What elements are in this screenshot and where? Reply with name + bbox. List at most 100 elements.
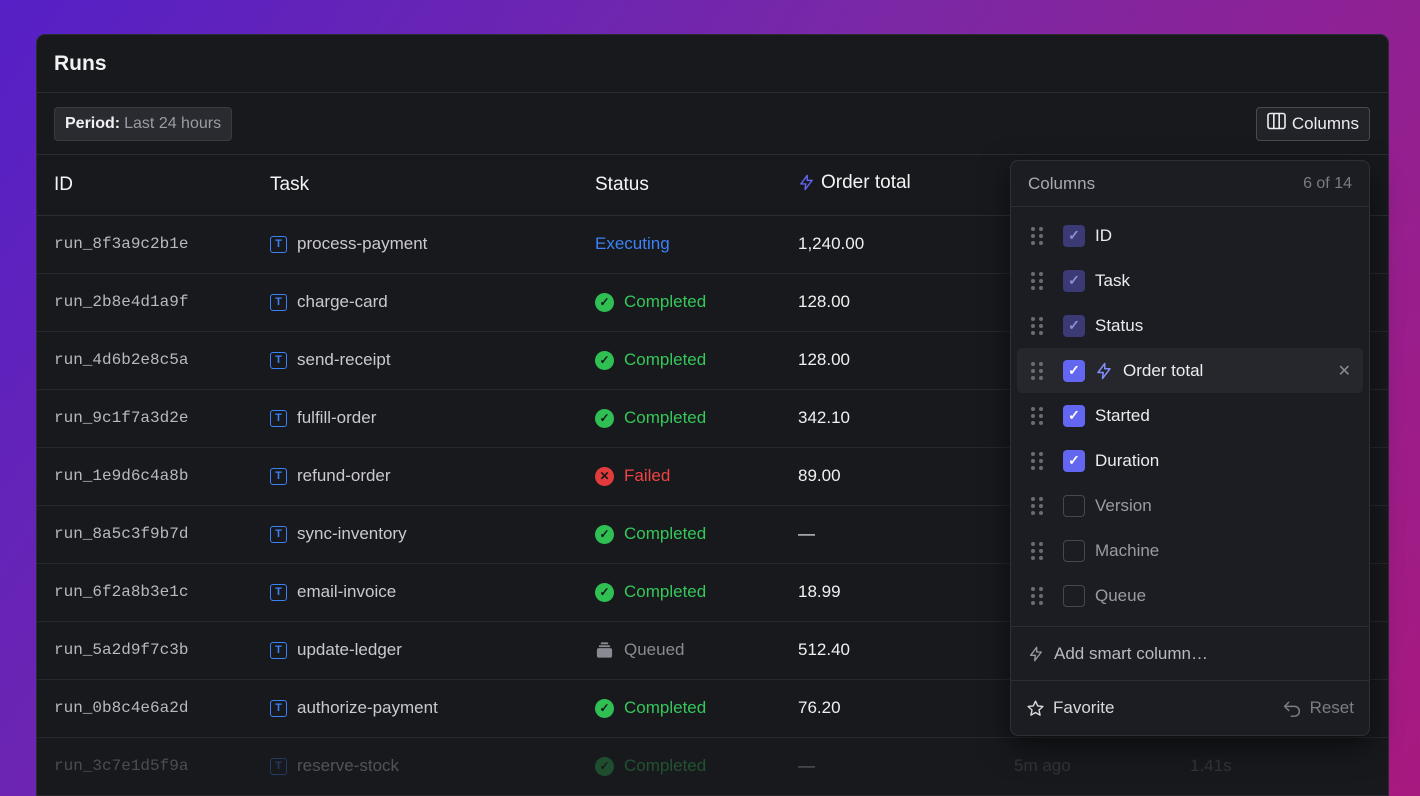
header-id[interactable]: ID [37,155,253,215]
column-checkbox[interactable]: ✓ [1063,449,1085,472]
column-option-id[interactable]: ✓ ID [1017,213,1363,258]
reset-button[interactable]: Reset [1282,698,1354,718]
bolt-icon [1097,362,1111,379]
header-task[interactable]: Task [253,155,578,215]
status-label: Completed [624,292,707,311]
task-cell[interactable]: T charge-card [253,273,578,331]
remove-column-icon[interactable]: ✕ [1338,361,1351,381]
column-option-status[interactable]: ✓ Status [1017,303,1363,348]
status-cell: ✕ Failed [578,447,781,505]
status-label: Completed [624,524,707,543]
run-id[interactable]: run_0b8c4e6a2d [37,679,253,737]
column-option-queue[interactable]: Queue [1017,573,1363,618]
page-title: Runs [54,51,107,75]
run-id[interactable]: run_3c7e1d5f9a [37,737,253,795]
status-label: Queued [624,640,685,659]
task-cell[interactable]: T authorize-payment [253,679,578,737]
columns-icon [1267,112,1286,135]
run-id[interactable]: run_6f2a8b3e1c [37,563,253,621]
star-icon [1027,700,1044,716]
drag-handle-icon[interactable] [1031,451,1043,470]
order-total: 512.40 [798,640,850,659]
bolt-icon [1030,646,1042,661]
order-total: — [798,756,815,775]
run-id[interactable]: run_1e9d6c4a8b [37,447,253,505]
column-option-order-total[interactable]: ✓ Order total ✕ [1017,348,1363,393]
status-label: Failed [624,466,671,485]
drag-handle-icon[interactable] [1031,541,1043,560]
period-filter-button[interactable]: Period: Last 24 hours [54,106,233,141]
drag-handle-icon[interactable] [1031,316,1043,335]
column-list: ✓ ID ✓ Task ✓ Status ✓ Order total ✕ ✓ S… [1011,207,1369,627]
column-option-label: Status [1095,315,1144,335]
run-id[interactable]: run_8a5c3f9b7d [37,505,253,563]
column-checkbox[interactable]: ✓ [1063,224,1085,247]
column-option-task[interactable]: ✓ Task [1017,258,1363,303]
check-circle-icon: ✓ [595,756,614,776]
drag-handle-icon[interactable] [1031,586,1043,605]
run-id[interactable]: run_2b8e4d1a9f [37,273,253,331]
task-name: reserve-stock [297,756,400,775]
order-total: 89.00 [798,466,841,485]
bolt-icon [800,174,813,191]
header-status[interactable]: Status [578,155,781,215]
run-id[interactable]: run_9c1f7a3d2e [37,389,253,447]
task-cell[interactable]: T email-invoice [253,563,578,621]
table-row[interactable]: run_3c7e1d5f9a T reserve-stock ✓ Complet… [37,737,1388,795]
column-checkbox[interactable]: ✓ [1063,314,1085,337]
column-option-label: Machine [1095,540,1160,560]
status-label: Completed [624,408,707,427]
header-order-total[interactable]: Order total [781,155,997,215]
column-checkbox[interactable]: ✓ [1063,404,1085,427]
favorite-button[interactable]: Favorite [1026,698,1114,718]
popover-title: Columns [1028,173,1096,193]
status-cell: ✓ Completed [578,273,781,331]
column-option-duration[interactable]: ✓ Duration [1017,438,1363,483]
check-circle-icon: ✓ [595,698,614,718]
column-checkbox[interactable] [1063,494,1085,517]
column-option-machine[interactable]: Machine [1017,528,1363,573]
task-icon: T [270,583,287,601]
add-smart-column-button[interactable]: Add smart column… [1011,627,1369,681]
task-icon: T [270,641,287,659]
drag-handle-icon[interactable] [1031,406,1043,425]
undo-icon [1283,701,1300,717]
column-checkbox[interactable]: ✓ [1063,269,1085,292]
columns-button[interactable]: Columns [1255,106,1370,141]
failed-icon: ✕ [595,466,614,486]
run-id[interactable]: run_5a2d9f7c3b [37,621,253,679]
order-total: 128.00 [798,350,850,369]
duration-cell: 1.41s [1190,756,1232,775]
column-checkbox[interactable] [1063,539,1085,562]
task-icon: T [270,757,287,775]
columns-popover: Columns 6 of 14 ✓ ID ✓ Task ✓ Status ✓ O… [1010,160,1370,736]
drag-handle-icon[interactable] [1031,226,1043,245]
run-id[interactable]: run_8f3a9c2b1e [37,215,253,273]
drag-handle-icon[interactable] [1031,361,1043,380]
panel-header: Runs [37,35,1388,93]
task-cell[interactable]: T refund-order [253,447,578,505]
column-checkbox[interactable]: ✓ [1063,359,1085,382]
status-cell: Queued [578,621,781,679]
task-cell[interactable]: T reserve-stock [253,737,578,795]
check-circle-icon: ✓ [595,408,614,428]
favorite-label: Favorite [1053,698,1115,717]
drag-handle-icon[interactable] [1031,271,1043,290]
column-option-label: Started [1095,405,1150,425]
task-cell[interactable]: T fulfill-order [253,389,578,447]
column-checkbox[interactable] [1063,584,1085,607]
run-id[interactable]: run_4d6b2e8c5a [37,331,253,389]
check-circle-icon: ✓ [595,582,614,602]
task-icon: T [270,235,287,253]
drag-handle-icon[interactable] [1031,496,1043,515]
task-cell[interactable]: T process-payment [253,215,578,273]
task-cell[interactable]: T send-receipt [253,331,578,389]
order-total: — [798,524,815,543]
column-option-version[interactable]: Version [1017,483,1363,528]
column-option-started[interactable]: ✓ Started [1017,393,1363,438]
task-cell[interactable]: T update-ledger [253,621,578,679]
status-cell: ✓ Completed [578,389,781,447]
toolbar: Period: Last 24 hours Columns [37,93,1388,155]
period-label: Period: [65,114,121,132]
task-cell[interactable]: T sync-inventory [253,505,578,563]
